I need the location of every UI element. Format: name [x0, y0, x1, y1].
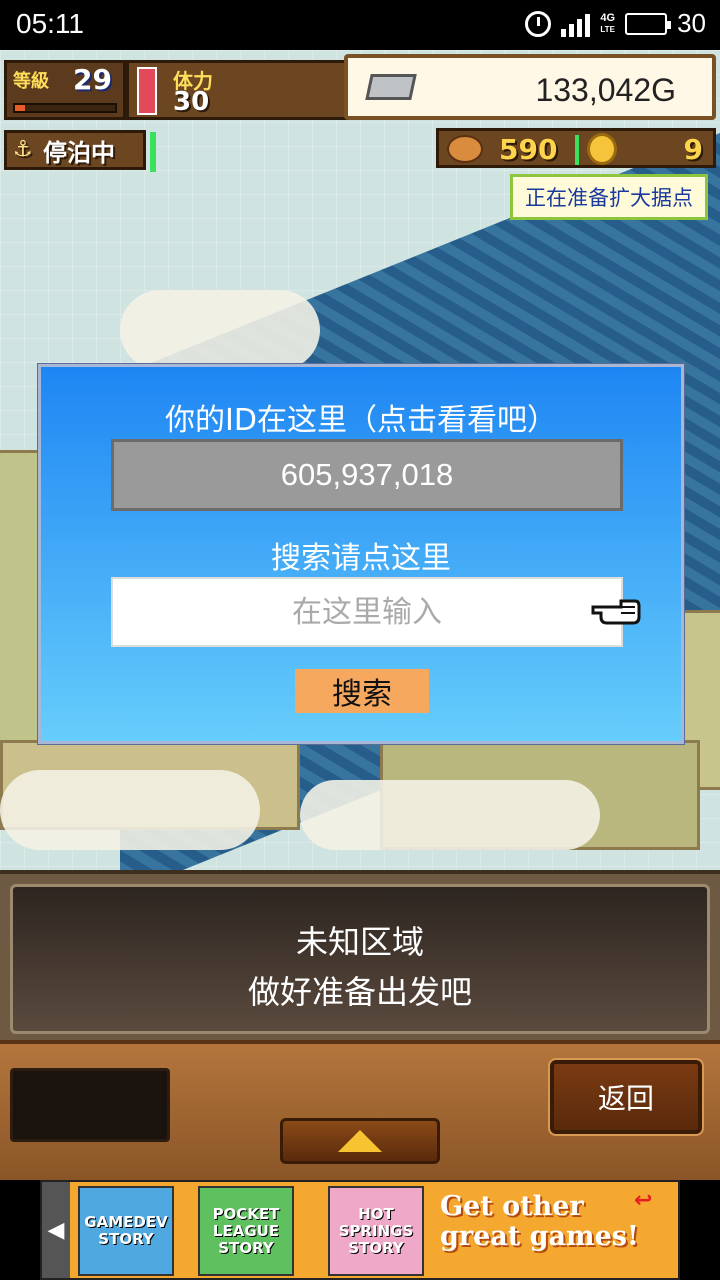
silver-bar-icon — [365, 74, 417, 100]
coin-value: 9 — [683, 133, 703, 166]
food-value: 590 — [499, 133, 558, 166]
expand-menu-button[interactable] — [280, 1118, 440, 1164]
message-line-1: 未知区域 — [295, 923, 424, 961]
message-line-2: 做好准备出发吧 — [247, 973, 472, 1011]
level-value: 29 — [73, 63, 112, 96]
level-label: 等級 — [13, 71, 49, 92]
exp-bar — [13, 103, 117, 113]
up-arrow-icon — [338, 1130, 382, 1152]
level-panel: 等級 29 — [4, 60, 126, 120]
expansion-notice[interactable]: 正在准备扩大据点 — [510, 174, 708, 220]
search-title: 搜索请点这里 — [271, 541, 451, 576]
user-id-box[interactable]: 605,937,018 — [111, 439, 623, 511]
cloud — [120, 290, 320, 370]
alarm-icon — [525, 10, 552, 37]
anchor-icon: ⚓ — [13, 137, 33, 162]
search-input-box[interactable] — [111, 577, 623, 647]
ad-prev-arrow-icon[interactable]: ◀ — [42, 1182, 70, 1278]
id-title: 你的ID在这里（点击看看吧） — [165, 403, 557, 438]
coin-icon — [587, 133, 617, 165]
message-panel: 未知区域 做好准备出发吧 — [0, 870, 720, 1040]
status-time: 05:11 — [16, 8, 84, 39]
cloud — [300, 780, 600, 850]
ad-game-gamedev-story[interactable]: GAMEDEV STORY — [78, 1186, 174, 1276]
stamina-value: 30 — [173, 87, 210, 117]
ad-game-hot-springs-story[interactable]: HOT SPRINGS STORY — [328, 1186, 424, 1276]
network-type: 4G LTE — [600, 11, 616, 34]
battery-icon — [625, 12, 672, 35]
status-indicator — [150, 132, 156, 172]
cloud — [0, 770, 260, 850]
status-icons: 4G LTE 30 — [525, 8, 706, 39]
anchor-status-label: 停泊中 — [43, 138, 115, 167]
signal-icon — [561, 11, 591, 37]
empty-slot — [10, 1068, 170, 1142]
resource-panel: 590 9 — [436, 128, 716, 168]
return-arrow-icon: ↩ — [634, 1188, 653, 1213]
pointing-hand-icon — [591, 599, 641, 625]
stamina-gauge — [137, 67, 157, 115]
bottom-toolbar: 返回 — [0, 1040, 720, 1180]
ad-banner[interactable]: ◀ GAMEDEV STORY POCKET LEAGUE STORY HOT … — [0, 1180, 720, 1280]
search-button[interactable]: 搜索 — [295, 669, 429, 713]
status-bar: 05:11 4G LTE 30 — [0, 0, 720, 50]
gold-panel: 133,042G — [344, 54, 716, 120]
anchor-status[interactable]: ⚓ 停泊中 — [4, 130, 146, 170]
food-icon — [447, 135, 483, 163]
search-input[interactable] — [113, 579, 621, 645]
back-button[interactable]: 返回 — [548, 1058, 704, 1136]
gold-value: 133,042G — [535, 72, 676, 108]
stamina-panel: 体力 30 — [126, 60, 348, 120]
ad-game-pocket-league-story[interactable]: POCKET LEAGUE STORY — [198, 1186, 294, 1276]
id-search-dialog: 你的ID在这里（点击看看吧） 605,937,018 搜索请点这里 搜索 — [37, 363, 685, 745]
battery-level: 30 — [677, 8, 706, 38]
game-map[interactable]: 等級 29 体力 30 133,042G ⚓ 停泊中 590 9 正在准备扩大据… — [0, 50, 720, 1180]
